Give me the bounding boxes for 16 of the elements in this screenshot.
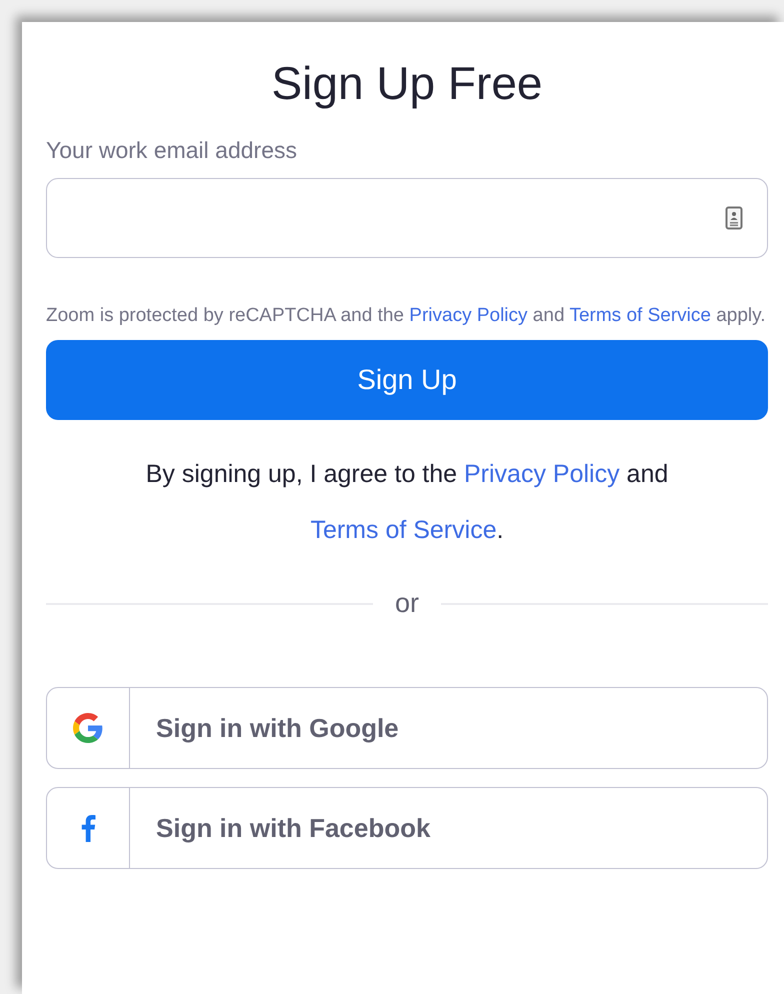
- policy-link[interactable]: Privacy Policy: [409, 305, 528, 326]
- policy-link[interactable]: Privacy Policy: [464, 460, 620, 488]
- field-label: Your work email address: [46, 137, 298, 164]
- google-g-icon: [73, 713, 103, 744]
- page-title: Sign Up Free: [270, 56, 544, 111]
- divider-text: or: [395, 588, 420, 620]
- email-field[interactable]: [46, 178, 768, 258]
- policy-link[interactable]: Terms of Service: [310, 516, 497, 544]
- recaptcha-notice: Zoom is protected by reCAPTCHA and the Privacy Policy and Terms of Service apply.: [46, 304, 767, 328]
- agreement-text: By signing up, I agree to the Privacy Policy and Terms of Service.: [144, 459, 670, 546]
- facebook-f-icon: [80, 814, 96, 842]
- sign-up-button[interactable]: Sign Up: [46, 340, 768, 420]
- facebook-sign-in-button[interactable]: Sign in with Facebook: [46, 787, 768, 870]
- policy-link[interactable]: Terms of Service: [569, 305, 711, 326]
- contact-card-icon[interactable]: [725, 206, 743, 230]
- google-sign-in-button[interactable]: Sign in with Google: [46, 687, 768, 770]
